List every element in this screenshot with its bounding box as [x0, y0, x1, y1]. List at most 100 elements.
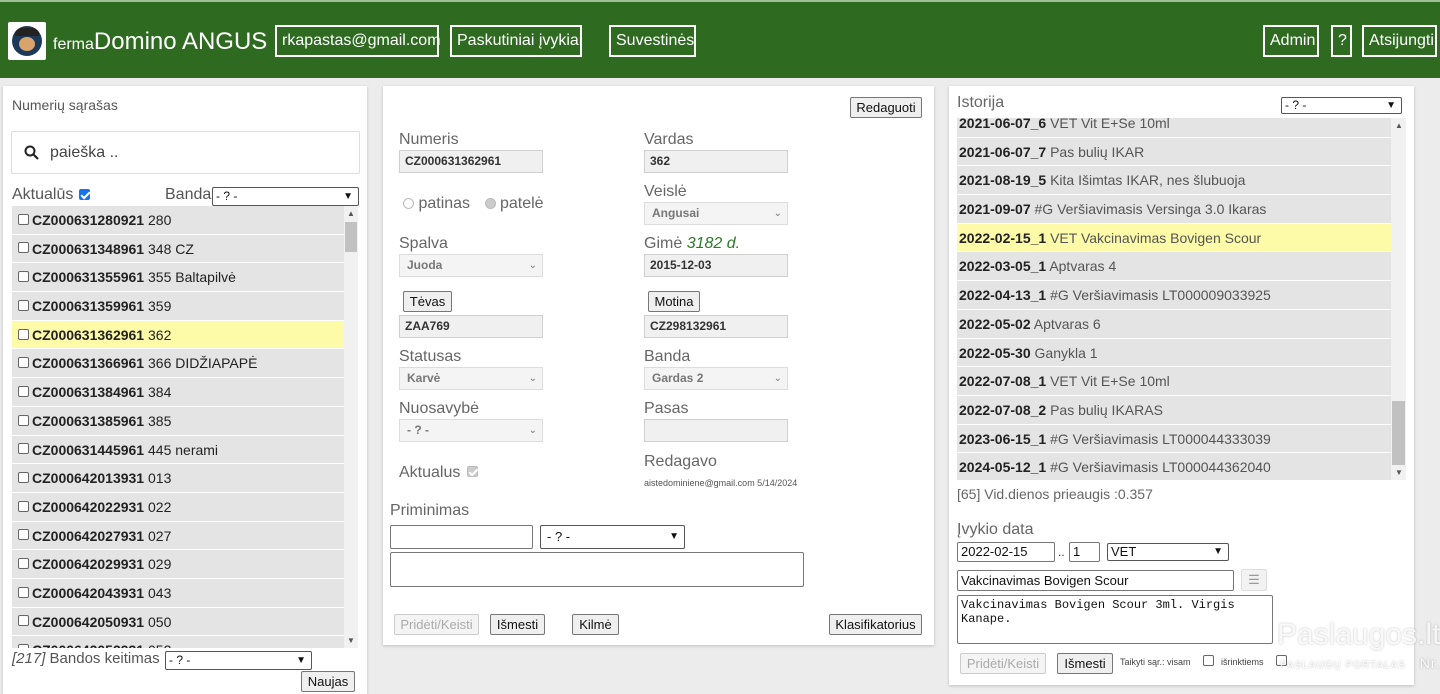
scroll-thumb[interactable] — [1392, 401, 1405, 465]
scroll-thumb[interactable] — [345, 222, 357, 252]
scroll-up-icon[interactable]: ▲ — [1395, 121, 1403, 130]
number-list-item[interactable]: CZ000642013931 013 — [12, 464, 344, 493]
item-checkbox[interactable] — [18, 385, 29, 397]
last-events-button[interactable]: Paskutiniai įvykiai — [450, 25, 582, 57]
item-id: CZ000642052931 — [32, 642, 144, 648]
history-item[interactable]: 2022-05-30 Ganykla 1 — [957, 338, 1392, 368]
history-text: Aptvaras 4 — [1049, 258, 1117, 275]
item-checkbox[interactable] — [18, 471, 29, 483]
scroll-up-icon[interactable]: ▲ — [347, 209, 355, 218]
help-button[interactable]: ? — [1331, 25, 1352, 57]
event-note-textarea[interactable]: Vakcinavimas Bovigen Scour 3ml. Virgis K… — [957, 595, 1273, 644]
item-checkbox[interactable] — [18, 529, 29, 541]
reminder-type-value: - ? - — [547, 529, 571, 544]
number-list-item[interactable]: CZ000642027931 027 — [12, 521, 344, 551]
history-text: VET Vakcinavimas Bovigen Scour — [1050, 229, 1262, 246]
number-list-item[interactable]: CZ000631362961 362 — [12, 320, 344, 350]
herd-change-select[interactable]: - ? - ▼ — [165, 651, 312, 670]
father-button[interactable]: Tėvas — [403, 291, 452, 312]
item-id: CZ000642022931 — [32, 498, 145, 515]
number-list-item[interactable]: CZ000631348961 348 CZ — [12, 234, 344, 264]
add-change-event-button[interactable]: Pridėti/Keisti — [960, 653, 1046, 674]
scroll-down-icon[interactable]: ▼ — [1395, 468, 1403, 477]
history-item[interactable]: 2021-06-07_7 Pas bulių IKAR — [957, 137, 1392, 167]
event-date-input[interactable]: 2022-02-15 — [957, 542, 1055, 562]
reminder-type-select[interactable]: - ? - ▼ — [540, 525, 685, 549]
color-select: Juoda ⌄ — [399, 254, 543, 277]
item-checkbox[interactable] — [18, 299, 29, 311]
event-number-input[interactable]: 1 — [1069, 542, 1100, 562]
history-item[interactable]: 2022-02-15_1 VET Vakcinavimas Bovigen Sc… — [957, 223, 1392, 253]
number-list-item[interactable]: CZ000642050931 050 — [12, 607, 344, 637]
history-item[interactable]: 2022-03-05_1 Aptvaras 4 — [957, 252, 1392, 282]
reminder-date-input[interactable] — [390, 525, 533, 549]
herd-filter-select[interactable]: - ? - ▼ — [212, 187, 359, 206]
number-list-item[interactable]: CZ000631445961 445 nerami — [12, 435, 344, 465]
history-item[interactable]: 2022-04-13_1 #G Veršiavimasis LT00000903… — [957, 281, 1392, 310]
search-input[interactable]: paieška .. — [50, 144, 118, 162]
number-list-item[interactable]: CZ000631366961 366 DIDŽIAPAPĖ — [12, 349, 344, 379]
logout-button[interactable]: Atsijungti — [1362, 25, 1437, 57]
number-list-item[interactable]: CZ000642029931 029 — [12, 550, 344, 579]
search-box[interactable]: paieška .. — [11, 131, 360, 174]
history-code: 2023-06-15_1 — [959, 430, 1047, 447]
origin-button[interactable]: Kilmė — [572, 614, 619, 635]
item-checkbox[interactable] — [18, 242, 29, 254]
number-list-item[interactable]: CZ000642052931 052 — [12, 636, 344, 648]
list-menu-icon[interactable]: ☰ — [1241, 569, 1267, 591]
event-type-select[interactable]: VET ▼ — [1107, 543, 1229, 561]
history-item[interactable]: 2021-08-19_5 Kita Išimtas IKAR, nes šlub… — [957, 166, 1392, 196]
history-item[interactable]: 2023-06-15_1 #G Veršiavimasis LT00004433… — [957, 424, 1392, 454]
apply-all-checkbox[interactable] — [1203, 655, 1214, 666]
item-checkbox[interactable] — [18, 414, 29, 426]
history-item[interactable]: 2022-07-08_2 Pas bulių IKARAS — [957, 395, 1392, 425]
history-text: Kita Išimtas IKAR, nes šlubuoja — [1050, 172, 1246, 189]
item-checkbox[interactable] — [18, 615, 29, 627]
scroll-down-icon[interactable]: ▼ — [347, 636, 355, 645]
number-list-item[interactable]: CZ000631385961 385 — [12, 406, 344, 436]
number-list-item[interactable]: CZ000631355961 355 Baltapilvė — [12, 263, 344, 293]
farm-logo[interactable] — [8, 22, 46, 60]
history-item[interactable]: 2021-09-07 #G Veršiavimasis Versinga 3.0… — [957, 195, 1392, 224]
history-item[interactable]: 2024-05-12_1 #G Veršiavimasis LT00004436… — [957, 453, 1392, 480]
number-list-item[interactable]: CZ000631359961 359 — [12, 292, 344, 321]
item-checkbox[interactable] — [18, 213, 29, 225]
item-checkbox[interactable] — [18, 644, 29, 648]
item-checkbox[interactable] — [18, 443, 29, 455]
item-checkbox[interactable] — [18, 558, 29, 570]
history-scrollbar[interactable]: ▲ ▼ — [1391, 118, 1406, 480]
actual-filter-checkbox[interactable] — [79, 189, 90, 200]
item-checkbox[interactable] — [18, 500, 29, 512]
number-list-item[interactable]: CZ000631280921 280 — [12, 206, 344, 235]
history-filter-value: - ? - — [1285, 98, 1307, 112]
history-item[interactable]: 2021-06-07_6 VET Vit E+Se 10ml — [957, 118, 1392, 138]
edit-button[interactable]: Redaguoti — [850, 97, 922, 118]
classifiers-button[interactable]: Klasifikatorius — [829, 614, 922, 635]
new-button[interactable]: Naujas — [301, 671, 355, 692]
reminder-text-area[interactable] — [390, 552, 804, 587]
number-list-item[interactable]: CZ000631384961 384 — [12, 378, 344, 407]
user-email-button[interactable]: rkapastas@gmail.com — [275, 25, 441, 57]
history-item[interactable]: 2022-07-08_1 VET Vit E+Se 10ml — [957, 367, 1392, 396]
item-checkbox[interactable] — [18, 357, 29, 369]
history-filter-select[interactable]: - ? - ▼ — [1281, 97, 1402, 114]
item-checkbox[interactable] — [18, 271, 29, 283]
number-list-item[interactable]: CZ000642022931 022 — [12, 492, 344, 522]
history-item[interactable]: 2022-05-02 Aptvaras 6 — [957, 309, 1392, 339]
delete-event-button[interactable]: Išmesti — [1057, 653, 1113, 674]
number-list-item[interactable]: CZ000642043931 043 — [12, 578, 344, 608]
delete-reminder-button[interactable]: Išmesti — [490, 614, 545, 635]
item-checkbox[interactable] — [18, 328, 29, 340]
summaries-button[interactable]: Suvestinės — [609, 25, 696, 57]
watermark-logo: Paslaugos.lt — [1277, 618, 1440, 651]
item-checkbox[interactable] — [18, 586, 29, 598]
history-text: #G Veršiavimasis LT000044333039 — [1050, 430, 1271, 447]
add-change-reminder-button[interactable]: Pridėti/Keisti — [394, 614, 479, 635]
mother-button[interactable]: Motina — [648, 291, 700, 312]
admin-button[interactable]: Admin — [1263, 25, 1319, 57]
number-list-scrollbar[interactable]: ▲ ▼ — [344, 206, 358, 648]
history-code: 2022-03-05_1 — [959, 258, 1047, 275]
event-title-input[interactable]: Vakcinavimas Bovigen Scour — [957, 570, 1234, 591]
daily-gain-stats: [65] Vid.dienos prieaugis :0.357 — [957, 486, 1153, 502]
male-radio — [403, 198, 414, 210]
